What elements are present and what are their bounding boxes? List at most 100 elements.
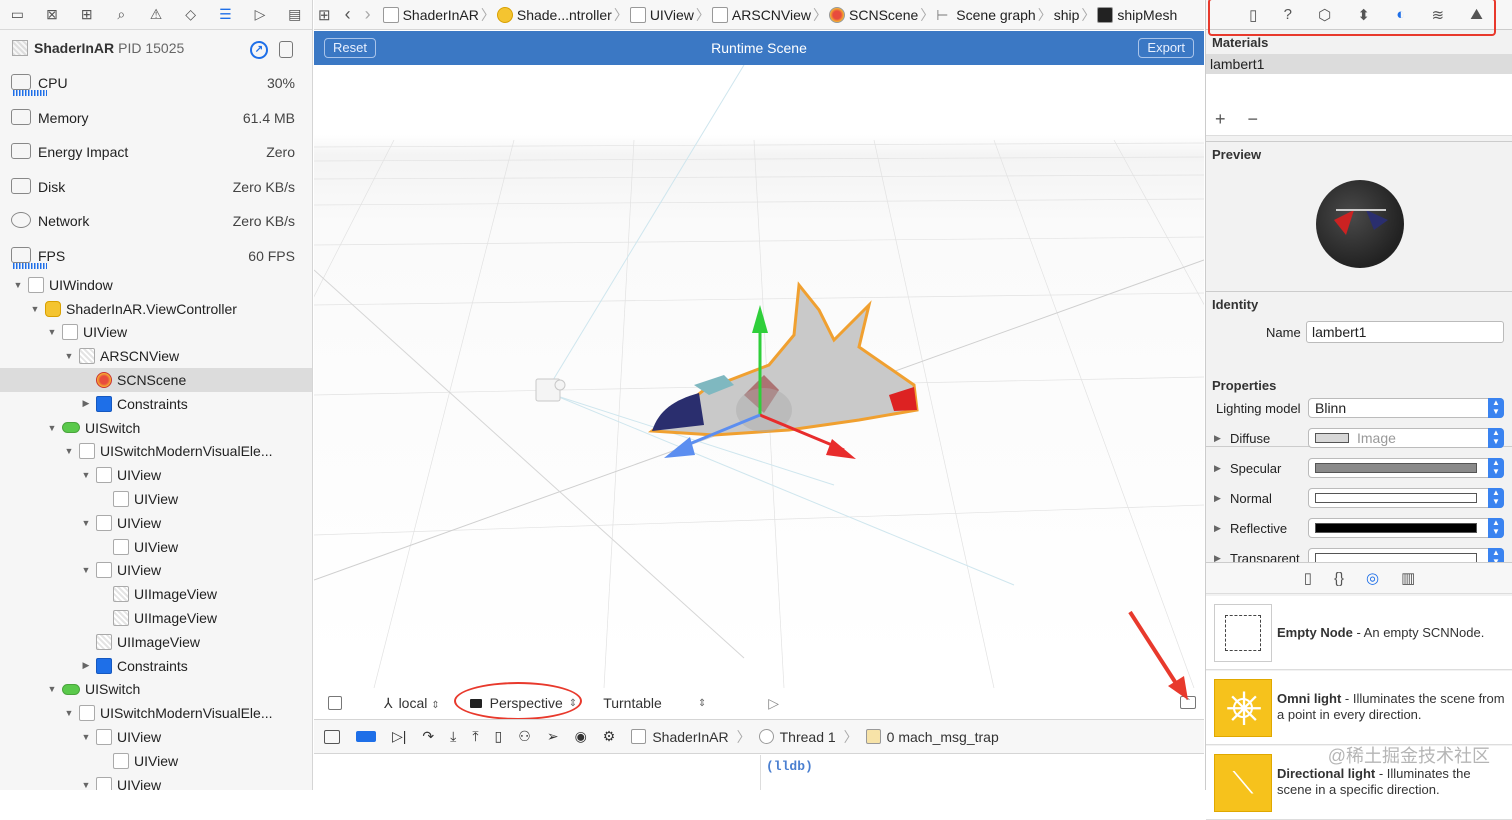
disclosure-icon[interactable]: ▼ [80, 565, 92, 575]
disclosure-icon[interactable]: ▼ [80, 470, 92, 480]
tree-row[interactable]: ▼ UIView [0, 773, 312, 790]
disclosure-icon[interactable]: ▶ [1214, 463, 1221, 474]
breakpoints-toggle-icon[interactable] [356, 731, 376, 742]
hide-debug-icon[interactable] [324, 729, 340, 744]
breadcrumb-item[interactable]: SCNScene [829, 6, 918, 23]
breadcrumb-item[interactable]: ARSCNView [711, 6, 811, 23]
material-preview-sphere[interactable] [1316, 180, 1404, 268]
disclosure-icon[interactable]: ▼ [63, 351, 75, 361]
tree-row[interactable]: ▼ UISwitch [0, 678, 312, 702]
property-select[interactable]: ▲ ▼ [1308, 548, 1504, 562]
warning-icon[interactable]: ⚠ [139, 0, 174, 30]
report-icon[interactable]: ▤ [277, 0, 312, 30]
tree-row[interactable]: ▼ UIView [0, 321, 312, 345]
tree-row[interactable]: ▼ UIView [0, 463, 312, 487]
property-select[interactable]: ▲ ▼ [1308, 458, 1504, 478]
tree-row[interactable]: ▼ UIWindow [0, 273, 312, 297]
breadcrumb-item[interactable]: ⊢ Scene graph [936, 7, 1035, 23]
test-icon[interactable]: ◇ [173, 0, 208, 30]
step-out-icon[interactable]: ⤒ [472, 728, 478, 745]
tree-row[interactable]: ▶ Constraints [0, 392, 312, 416]
location-icon[interactable]: ➢ [547, 728, 559, 745]
process-row[interactable]: ShaderInAR PID 15025 ↗ [0, 30, 312, 66]
remove-material-button[interactable]: − [1248, 109, 1259, 130]
disclosure-icon[interactable]: ▼ [80, 780, 92, 790]
tree-row[interactable]: ▼ ARSCNView [0, 344, 312, 368]
back-button[interactable]: ‹ [345, 4, 351, 25]
gear-icon[interactable]: ⚙ [603, 728, 616, 745]
play-icon[interactable]: ▷ [768, 695, 779, 712]
memory-graph-icon[interactable]: ⚇ [518, 728, 531, 745]
tree-row[interactable]: ▼ UISwitchModernVisualEle... [0, 701, 312, 725]
tree-row[interactable]: ▼ UISwitchModernVisualEle... [0, 440, 312, 464]
media-library-icon[interactable]: ▥ [1401, 569, 1415, 587]
disclosure-icon[interactable]: ▼ [12, 280, 24, 290]
disclosure-icon[interactable]: ▼ [80, 518, 92, 528]
disclosure-icon[interactable]: ▼ [46, 684, 58, 694]
tree-row[interactable]: ▶ Constraints [0, 654, 312, 678]
breadcrumb-item[interactable]: Shade...ntroller [496, 6, 612, 23]
property-select[interactable]: Image ▲ ▼ [1308, 428, 1504, 448]
folder-icon[interactable]: ▭ [0, 0, 35, 30]
add-material-button[interactable]: + [1215, 109, 1226, 130]
property-select[interactable]: ▲ ▼ [1308, 488, 1504, 508]
breadcrumb-item[interactable]: ship [1054, 7, 1080, 23]
gauge-row[interactable]: FPS 60 FPS [0, 239, 312, 274]
scene-viewport[interactable] [113, 64, 1415, 718]
disclosure-icon[interactable]: ▶ [1214, 433, 1221, 444]
sidebar-toggle-icon[interactable] [328, 696, 342, 710]
coord-space-select[interactable]: local ⇕ [399, 695, 440, 711]
debug-breadcrumb-label[interactable]: Thread 1 [780, 729, 836, 745]
breadcrumb-item[interactable]: ShaderInAR [382, 6, 479, 23]
disclosure-icon[interactable]: ▼ [29, 304, 41, 314]
reset-button[interactable]: Reset [324, 38, 376, 58]
step-into-icon[interactable]: ⤓ [450, 728, 456, 745]
gauge-row[interactable]: Disk Zero KB/s [0, 170, 312, 205]
forward-button[interactable]: › [365, 4, 371, 25]
ship-model[interactable] [647, 281, 919, 437]
gauge-row[interactable]: CPU 30% [0, 66, 312, 101]
disclosure-icon[interactable]: ▼ [63, 708, 75, 718]
tree-row[interactable]: ▼ ShaderInAR.ViewController [0, 297, 312, 321]
search-icon[interactable]: ⌕ [104, 0, 139, 30]
tree-row[interactable]: UIView [0, 535, 312, 559]
disclosure-icon[interactable]: ▶ [80, 660, 92, 671]
debug-icon[interactable]: ☰ [208, 0, 243, 30]
object-library-icon[interactable]: ◎ [1366, 569, 1379, 587]
tree-row[interactable]: UIImageView [0, 630, 312, 654]
disclosure-icon[interactable]: ▶ [1214, 493, 1221, 504]
tree-row[interactable]: ▼ UIView [0, 511, 312, 535]
debug-breadcrumb-label[interactable]: ShaderInAR [652, 729, 728, 745]
tree-row[interactable]: UIImageView [0, 582, 312, 606]
grid-icon[interactable]: ⊞ [318, 6, 331, 24]
export-button[interactable]: Export [1138, 38, 1194, 58]
symbol-icon[interactable]: ⊞ [69, 0, 104, 30]
gauge-icon[interactable]: ↗ [250, 41, 268, 59]
disclosure-icon[interactable]: ▼ [46, 423, 58, 433]
file-template-icon[interactable]: ▯ [1304, 569, 1312, 587]
breadcrumb-item[interactable]: UIView [629, 6, 694, 23]
source-control-icon[interactable]: ⊠ [35, 0, 70, 30]
debug-breadcrumb-label[interactable]: 0 mach_msg_trap [887, 729, 999, 745]
library-item[interactable]: ✳ Omni light - Illuminates the scene from… [1206, 671, 1512, 745]
continue-icon[interactable]: ▷| [392, 728, 406, 745]
tree-row[interactable]: UIView [0, 487, 312, 511]
navigation-mode-select[interactable]: Turntable ⇕ [603, 695, 706, 711]
gauge-row[interactable]: Energy Impact Zero [0, 135, 312, 170]
breadcrumb-item[interactable]: shipMesh [1097, 6, 1177, 23]
lighting-model-select[interactable]: Blinn ▲ ▼ [1308, 398, 1504, 418]
breakpoint-icon[interactable]: ▷ [243, 0, 278, 30]
disclosure-icon[interactable]: ▶ [1214, 523, 1221, 534]
code-snippet-icon[interactable]: {} [1334, 570, 1344, 587]
tree-row[interactable]: UIView [0, 749, 312, 773]
library-item[interactable]: Empty Node - An empty SCNNode. [1206, 596, 1512, 670]
property-select[interactable]: ▲ ▼ [1308, 518, 1504, 538]
disclosure-icon[interactable]: ▼ [46, 327, 58, 337]
tree-row[interactable]: UIImageView [0, 606, 312, 630]
tree-row[interactable]: ▼ UIView [0, 559, 312, 583]
material-row[interactable]: lambert1 [1206, 54, 1512, 74]
capture-icon[interactable]: ◉ [575, 728, 587, 745]
name-field[interactable]: lambert1 [1306, 321, 1504, 343]
tree-row[interactable]: SCNScene [0, 368, 312, 392]
disclosure-icon[interactable]: ▼ [63, 446, 75, 456]
